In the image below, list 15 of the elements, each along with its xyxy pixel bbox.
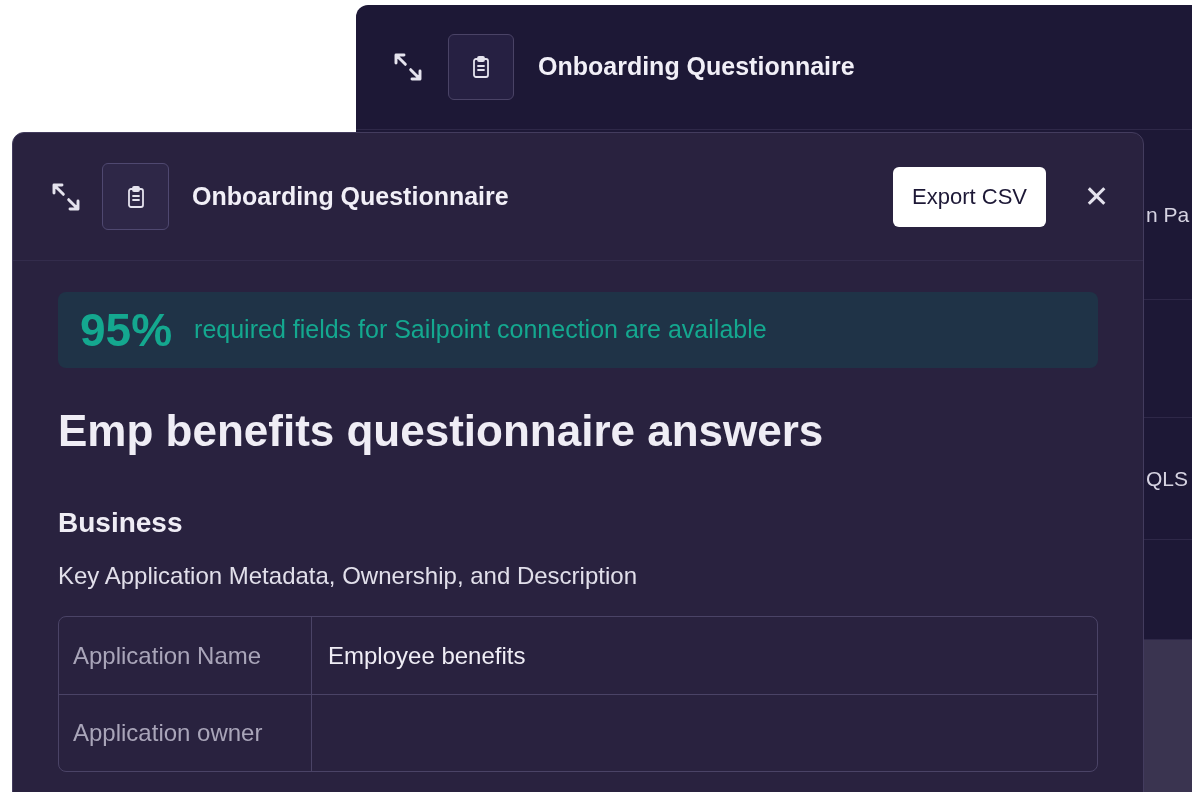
window-title: Onboarding Questionnaire	[192, 180, 509, 212]
percentage: 95%	[80, 302, 173, 358]
field-value: Employee benefits	[328, 640, 526, 671]
section-title: Business	[58, 506, 184, 540]
heading: Emp benefits questionnaire answers	[58, 405, 825, 457]
table-cell-text: n Pa	[1146, 201, 1190, 228]
section-description: Key Application Metadata, Ownership, and Description	[58, 561, 638, 591]
field-label: Application owner	[73, 718, 263, 748]
window-title: Onboarding Questionnaire	[538, 51, 855, 83]
field-label: Application Name	[73, 640, 262, 671]
table-cell-text: QLS	[1146, 465, 1189, 492]
export-csv-button[interactable]: Export CSV	[893, 166, 1046, 227]
close-button[interactable]: ✕	[1084, 181, 1109, 212]
expand-icon[interactable]	[392, 51, 424, 83]
banner-text: required fields for Sailpoint connection are available	[194, 314, 767, 346]
